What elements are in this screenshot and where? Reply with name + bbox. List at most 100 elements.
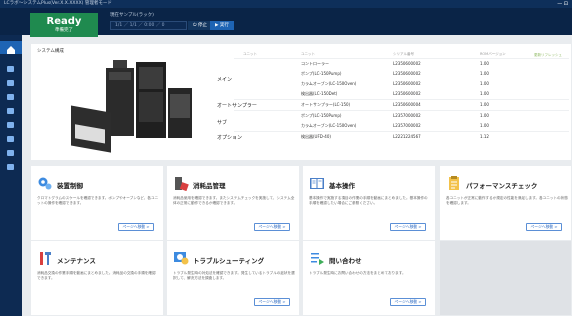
rom-version: 1.00 — [480, 81, 489, 86]
system-config-title: システム構成 — [37, 49, 64, 54]
unit-name: カラムオーブン(LC-150Oven) — [301, 123, 357, 128]
card-description: クロマトグラムのスケールを確認できます。ポンプやオーブンなど、各ユニットの操作を… — [37, 196, 159, 205]
table-divider — [234, 131, 569, 132]
sidebar-item-flask[interactable] — [7, 80, 15, 87]
unit-name: ポンプ(LC-150Pump) — [301, 71, 342, 76]
go-to-page-button[interactable]: ページへ移動 > — [390, 298, 426, 306]
status-sub-text: 準備完了 — [55, 28, 73, 33]
serial-number: L2350600002 — [393, 91, 421, 96]
header-serial: シリアル番号 — [393, 52, 414, 56]
card-consumables[interactable]: 消耗品管理 消耗品使用を確認できます。またシステムチェックを実施して、システム全… — [167, 166, 299, 240]
card-description: 各ユニットが正常に動作するか規定の性能を満足します。各ユニットの状態を確認します… — [446, 196, 568, 205]
header-unit-type: ユニット — [243, 52, 257, 56]
serial-number: L2357000002 — [393, 113, 421, 118]
system-configuration-card: システム構成 ユニット ユニット シリアル番号 ROMバージョン 更新リフレッシ… — [31, 44, 571, 160]
window-titlebar: LCラボ〜システムPlus(Ver.X.X.XXXX) 管理者モード — ⊡ — [0, 0, 572, 8]
export-icon — [7, 164, 14, 170]
sidebar-item-monitor[interactable] — [7, 66, 15, 73]
go-to-page-button[interactable]: ページへ移動 > — [118, 223, 154, 231]
card-description: 基本操作で実施する項目の作業の手順を動画にまとめました。基本操作の手順を確認した… — [309, 196, 428, 205]
serial-number: L2221224567 — [393, 134, 421, 139]
rom-version: 1.00 — [480, 113, 489, 118]
sidebar-item-user[interactable] — [7, 150, 15, 157]
device-control-icon — [38, 177, 52, 190]
card-title: トラブルシューティング — [193, 257, 265, 265]
list-icon — [7, 122, 14, 128]
rom-version: 1.00 — [480, 61, 489, 66]
flask-icon — [7, 80, 14, 86]
table-divider — [234, 99, 569, 100]
sample-progress-title: 現在サンプル(ラック) — [110, 13, 154, 18]
checklist-icon — [449, 176, 459, 190]
group-option: オプション — [217, 135, 243, 141]
serial-number: L2350600002 — [393, 81, 421, 86]
clipboard-icon — [7, 94, 14, 100]
rom-version: 1.00 — [480, 91, 489, 96]
card-title: 基本操作 — [329, 182, 355, 190]
user-icon — [7, 150, 14, 156]
card-title: パフォーマンスチェック — [466, 182, 538, 190]
window-controls[interactable]: — ⊡ — [557, 0, 568, 8]
sidebar-item-list[interactable] — [7, 122, 15, 129]
group-autosampler: オートサンプラー — [217, 103, 257, 109]
unit-name: 検出器(LC-150Det) — [301, 91, 338, 96]
card-description: トラブル発生時の対処法を確認できます。発生しているトラブルの症状を選択して、解決… — [173, 271, 295, 280]
instrument-illustration — [71, 60, 192, 153]
sidebar-item-clipboard[interactable] — [7, 94, 15, 101]
empty-card-slot — [440, 241, 571, 315]
table-divider — [234, 58, 569, 59]
card-performance-check[interactable]: パフォーマンスチェック 各ユニットが正常に動作するか規定の性能を満足します。各ユ… — [440, 166, 571, 240]
card-troubleshooting[interactable]: トラブルシューティング トラブル発生時の対処法を確認できます。発生しているトラブ… — [167, 241, 299, 315]
go-to-page-button[interactable]: ページへ移動 > — [254, 298, 290, 306]
stop-button[interactable]: ⏻ 停止 — [188, 21, 212, 30]
serial-number: L2350600002 — [393, 71, 421, 76]
card-title: 装置制御 — [57, 182, 83, 190]
card-inquiry[interactable]: 問い合わせ トラブル発生時にお問い合わせの方法をまとめております。 ページへ移動… — [303, 241, 435, 315]
sidebar — [0, 35, 22, 316]
sidebar-item-home[interactable] — [0, 41, 22, 54]
serial-number: L2350600004 — [393, 102, 421, 107]
card-maintenance[interactable]: メンテナンス 消耗品交換の作業手順を動画にまとめました。消耗品の交換の手順を確認… — [31, 241, 163, 315]
home-icon — [7, 46, 15, 54]
serial-number: L2350600002 — [393, 61, 421, 66]
unit-name: コントローラー — [301, 61, 329, 66]
card-description: トラブル発生時にお問い合わせの方法をまとめております。 — [309, 271, 406, 275]
window-title: LCラボ〜システムPlus(Ver.X.X.XXXX) 管理者モード — [4, 1, 112, 6]
go-to-page-button[interactable]: ページへ移動 > — [390, 223, 426, 231]
table-divider — [234, 110, 569, 111]
rom-version: 1.12 — [480, 134, 489, 139]
unit-name: 検出器(UFD-40) — [301, 134, 331, 139]
group-sub: サブ — [217, 120, 228, 126]
status-main-text: Ready — [46, 16, 82, 27]
card-basic-operation[interactable]: 基本操作 基本操作で実施する項目の作業の手順を動画にまとめました。基本操作の手順… — [303, 166, 435, 240]
go-to-page-button[interactable]: ページへ移動 > — [254, 223, 290, 231]
run-button[interactable]: ▶ 実行 — [210, 21, 234, 30]
sidebar-item-export[interactable] — [7, 164, 15, 171]
settings-icon — [7, 136, 14, 142]
card-description: 消耗品交換の作業手順を動画にまとめました。消耗品の交換の手順を確認できます。 — [37, 271, 156, 280]
monitor-icon — [7, 66, 14, 72]
serial-number: L2357000002 — [393, 123, 421, 128]
card-description: 消耗品使用を確認できます。またシステムチェックを実施して、システム全体の正常に動… — [173, 196, 295, 205]
sidebar-item-settings[interactable] — [7, 136, 15, 143]
header-unit: ユニット — [301, 52, 315, 56]
troubleshooting-icon — [174, 252, 189, 265]
go-to-page-button[interactable]: ページへ移動 > — [526, 223, 562, 231]
consumables-icon — [175, 177, 189, 191]
card-title: メンテナンス — [57, 257, 96, 265]
unit-name: ポンプ(LC-150Pump) — [301, 113, 342, 118]
rom-version: 1.00 — [480, 123, 489, 128]
book-icon — [310, 178, 324, 189]
header-rom-version: ROMバージョン — [480, 52, 506, 56]
card-title: 消耗品管理 — [193, 182, 226, 190]
rom-version: 1.00 — [480, 71, 489, 76]
sample-progress-box: 1/1 ／ 1/1 ／ 0:00 ／ 0 — [110, 21, 187, 30]
tools-icon — [40, 252, 51, 265]
group-main: メイン — [217, 77, 233, 83]
unit-name: オートサンプラー(LC-150) — [301, 102, 351, 107]
inquiry-icon — [311, 253, 324, 265]
sidebar-item-report[interactable] — [7, 108, 15, 115]
report-icon — [7, 108, 14, 114]
unit-name: カラムオーブン(LC-150Oven) — [301, 81, 357, 86]
card-device-control[interactable]: 装置制御 クロマトグラムのスケールを確認できます。ポンプやオーブンなど、各ユニッ… — [31, 166, 163, 240]
